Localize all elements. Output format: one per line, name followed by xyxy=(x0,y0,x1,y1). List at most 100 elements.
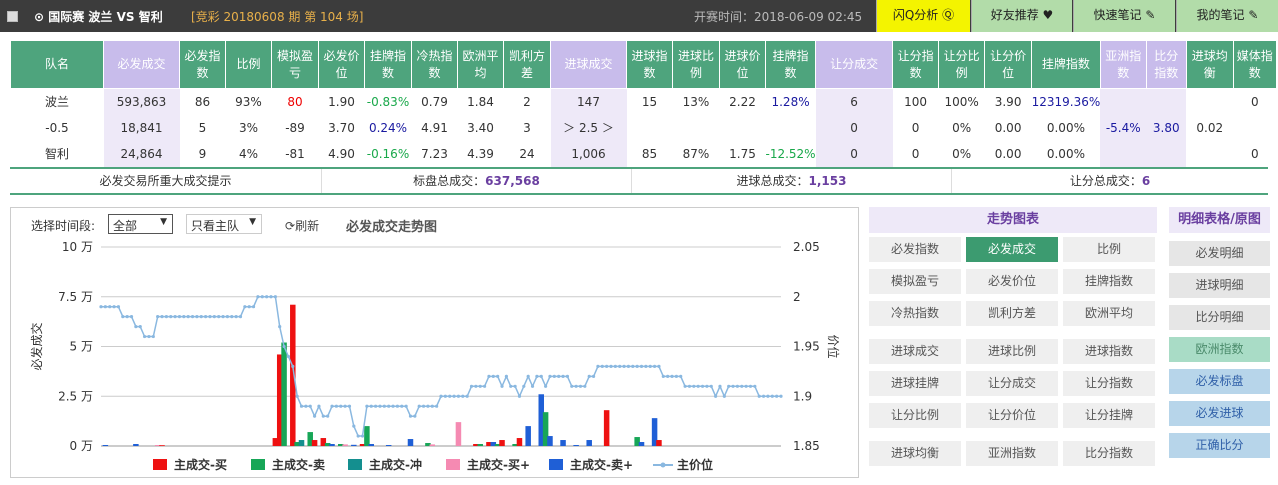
price-point xyxy=(692,384,696,388)
price-point xyxy=(387,404,391,408)
price-point xyxy=(648,364,652,368)
detail-button-6[interactable]: 正确比分 xyxy=(1169,433,1270,458)
trend-button-4[interactable]: 必发价位 xyxy=(966,269,1058,294)
col-header: 进球价位 xyxy=(719,40,766,89)
col-header: 媒体指数 xyxy=(1232,40,1277,89)
trend-button-16[interactable]: 让分价位 xyxy=(966,403,1058,428)
trend-button-13[interactable]: 让分成交 xyxy=(966,371,1058,396)
chart-bar xyxy=(385,445,392,446)
trend-button-7[interactable]: 凯利方差 xyxy=(966,301,1058,326)
refresh-button[interactable]: ⟳刷新 xyxy=(285,217,319,234)
chart-bar xyxy=(407,439,414,446)
detail-button-4[interactable]: 必发标盘 xyxy=(1169,369,1270,394)
select-checkbox[interactable] xyxy=(7,11,18,22)
price-point xyxy=(204,315,208,319)
trend-button-11[interactable]: 进球指数 xyxy=(1063,339,1155,364)
trend-button-17[interactable]: 让分挂牌 xyxy=(1063,403,1155,428)
table-cell: 3.90 xyxy=(984,88,1032,115)
price-point xyxy=(435,404,439,408)
y2-tick-label: 1.85 xyxy=(793,439,820,453)
legend-label: 主成交-卖 xyxy=(272,457,325,472)
price-point xyxy=(352,424,356,428)
price-point xyxy=(169,315,173,319)
table-cell: 波兰 xyxy=(10,88,104,115)
trend-button-12[interactable]: 进球挂牌 xyxy=(869,371,961,396)
price-point xyxy=(770,394,774,398)
table-cell: -0.16% xyxy=(364,140,412,167)
team-filter-select[interactable]: 只看主队 ▼ xyxy=(186,214,262,234)
detail-button-1[interactable]: 进球明细 xyxy=(1169,273,1270,298)
table-cell: 13% xyxy=(672,88,720,115)
trend-button-20[interactable]: 比分指数 xyxy=(1063,441,1155,466)
table-header: 队名 必发成交 必发指数 比例 模拟盈亏 必发价位 挂牌指数 冷热指数 欧洲平均 凯利方差 进球成交… xyxy=(10,40,1277,89)
price-point xyxy=(491,374,495,378)
price-point xyxy=(600,364,604,368)
price-point xyxy=(160,315,164,319)
detail-button-0[interactable]: 必发明细 xyxy=(1169,241,1270,266)
table-cell: 3.70 xyxy=(318,114,365,141)
trend-button-6[interactable]: 冷热指数 xyxy=(869,301,961,326)
trend-button-3[interactable]: 模拟盈亏 xyxy=(869,269,961,294)
col-header: 让分指数 xyxy=(892,40,940,89)
trend-button-0[interactable]: 必发指数 xyxy=(869,237,961,262)
detail-button-5[interactable]: 必发进球 xyxy=(1169,401,1270,426)
trend-button-1[interactable]: 必发成交 xyxy=(966,237,1058,262)
table-cell: -12.52% xyxy=(765,140,816,167)
friend-recommend-button[interactable]: 好友推荐 ♥ xyxy=(971,0,1072,32)
table-cell xyxy=(626,114,673,141)
price-point xyxy=(330,404,334,408)
trend-button-8[interactable]: 欧洲平均 xyxy=(1063,301,1155,326)
detail-panel-title: 明细表格/原图 xyxy=(1169,207,1270,233)
table-cell: ＞ 2.5 ＞ xyxy=(550,114,627,141)
price-point xyxy=(740,384,744,388)
price-point xyxy=(496,374,500,378)
col-header: 必发价位 xyxy=(318,40,365,89)
price-point xyxy=(587,374,591,378)
detail-button-3[interactable]: 欧洲指数 xyxy=(1169,337,1270,362)
quick-note-button[interactable]: 快速笔记 ✎ xyxy=(1073,0,1175,32)
btn-label: 我的笔记 xyxy=(1196,8,1245,22)
price-point xyxy=(382,404,386,408)
total-trade: 标盘总成交：637,568 xyxy=(322,169,632,193)
flash-q-analysis-button[interactable]: 闪Q分析 Ⓠ xyxy=(876,0,970,32)
price-point xyxy=(260,295,264,299)
price-point xyxy=(108,305,112,309)
price-point xyxy=(365,404,369,408)
trend-button-15[interactable]: 让分比例 xyxy=(869,403,961,428)
table-cell xyxy=(1100,140,1147,167)
price-point xyxy=(299,404,304,408)
price-point xyxy=(278,325,282,329)
table-cell: -81 xyxy=(271,140,319,167)
trend-button-14[interactable]: 让分指数 xyxy=(1063,371,1155,396)
trend-button-2[interactable]: 比例 xyxy=(1063,237,1155,262)
price-point xyxy=(757,394,761,398)
y-tick-label: 0 万 xyxy=(70,439,93,453)
y2-tick-label: 1.95 xyxy=(793,340,820,354)
detail-button-2[interactable]: 比分明细 xyxy=(1169,305,1270,330)
price-point xyxy=(443,394,447,398)
table-cell: 9 xyxy=(179,140,226,167)
start-time: 开赛时间：2018-06-09 02:45 xyxy=(694,10,863,24)
price-point xyxy=(666,374,670,378)
price-point xyxy=(509,384,513,388)
col-header: 进球均衡 xyxy=(1185,40,1234,89)
price-point xyxy=(539,374,543,378)
trend-button-10[interactable]: 进球比例 xyxy=(966,339,1058,364)
trend-button-9[interactable]: 进球成交 xyxy=(869,339,961,364)
my-notes-button[interactable]: 我的笔记 ✎ xyxy=(1176,0,1278,32)
price-point xyxy=(173,315,177,319)
trend-button-5[interactable]: 挂牌指数 xyxy=(1063,269,1155,294)
trend-button-18[interactable]: 进球均衡 xyxy=(869,441,961,466)
price-point xyxy=(631,364,635,368)
trend-button-19[interactable]: 亚洲指数 xyxy=(966,441,1058,466)
col-header: 进球成交 xyxy=(550,40,627,89)
total-value: 637,568 xyxy=(485,174,540,188)
chart-bar xyxy=(638,442,645,446)
price-point xyxy=(469,384,474,388)
trend-chart-title: 走势图表 xyxy=(869,207,1157,233)
time-range-select[interactable]: 全部 ▼ xyxy=(108,214,173,234)
table-cell: 3% xyxy=(225,114,272,141)
price-point xyxy=(644,364,648,368)
table-cell: 0.02 xyxy=(1186,114,1234,141)
table-cell: 100 xyxy=(892,88,939,115)
